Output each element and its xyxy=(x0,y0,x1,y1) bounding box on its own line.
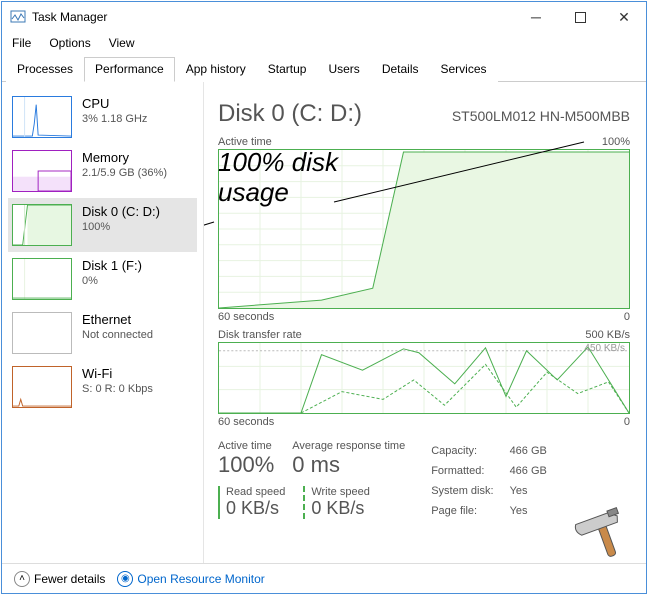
tab-users[interactable]: Users xyxy=(317,57,370,82)
write-speed-value: 0 KB/s xyxy=(311,498,370,519)
memory-name: Memory xyxy=(82,150,167,165)
sidebar-item-memory[interactable]: Memory 2.1/5.9 GB (36%) xyxy=(8,144,197,198)
menubar: File Options View xyxy=(2,32,646,54)
tab-app-history[interactable]: App history xyxy=(175,57,257,82)
open-resource-monitor-link[interactable]: ◉ Open Resource Monitor xyxy=(117,571,264,587)
write-speed-label: Write speed xyxy=(311,486,370,498)
tab-processes[interactable]: Processes xyxy=(6,57,84,82)
menu-options[interactable]: Options xyxy=(47,34,92,52)
ethernet-name: Ethernet xyxy=(82,312,153,327)
tab-startup[interactable]: Startup xyxy=(257,57,318,82)
sidebar-item-wifi[interactable]: Wi-Fi S: 0 R: 0 Kbps xyxy=(8,360,197,414)
sidebar-item-disk0[interactable]: Disk 0 (C: D:) 100% xyxy=(8,198,197,252)
disk1-name: Disk 1 (F:) xyxy=(82,258,142,273)
ethernet-sub: Not connected xyxy=(82,329,153,341)
tab-services[interactable]: Services xyxy=(430,57,498,82)
close-button[interactable]: ✕ xyxy=(602,2,646,32)
titlebar[interactable]: Task Manager ─ ✕ xyxy=(2,2,646,32)
tab-strip: Processes Performance App history Startu… xyxy=(2,56,646,82)
footer: ˄ Fewer details ◉ Open Resource Monitor xyxy=(2,563,646,593)
graph-transfer-xleft: 60 seconds xyxy=(218,416,274,428)
sidebar-item-cpu[interactable]: CPU 3% 1.18 GHz xyxy=(8,90,197,144)
window-title: Task Manager xyxy=(32,10,107,24)
graph-active-time[interactable] xyxy=(218,149,630,309)
read-speed-label: Read speed xyxy=(226,486,285,498)
disk0-sub: 100% xyxy=(82,221,160,233)
disk0-name: Disk 0 (C: D:) xyxy=(82,204,160,219)
graph-active-max: 100% xyxy=(602,136,630,148)
disk1-sub: 0% xyxy=(82,275,142,287)
disk0-thumb xyxy=(12,204,72,246)
graph-active-label: Active time xyxy=(218,136,272,148)
tab-details[interactable]: Details xyxy=(371,57,430,82)
active-time-value: 100% xyxy=(218,452,274,478)
graph-transfer-max: 500 KB/s xyxy=(585,329,630,341)
wifi-sub: S: 0 R: 0 Kbps xyxy=(82,383,153,395)
disk-properties: Capacity:466 GB Formatted:466 GB System … xyxy=(429,440,549,522)
read-speed-value: 0 KB/s xyxy=(226,498,285,519)
disk-model: ST500LM012 HN-M500MBB xyxy=(452,108,630,124)
sidebar-item-disk1[interactable]: Disk 1 (F:) 0% xyxy=(8,252,197,306)
minimize-button[interactable]: ─ xyxy=(514,2,558,32)
avg-response-value: 0 ms xyxy=(292,452,405,478)
avg-response-label: Average response time xyxy=(292,440,405,452)
memory-thumb xyxy=(12,150,72,192)
active-time-label: Active time xyxy=(218,440,274,452)
menu-view[interactable]: View xyxy=(107,34,137,52)
fewer-details-button[interactable]: ˄ Fewer details xyxy=(14,571,105,587)
wifi-name: Wi-Fi xyxy=(82,366,153,381)
graph-active-xright: 0 xyxy=(624,311,630,323)
ethernet-thumb xyxy=(12,312,72,354)
graph-transfer-label: Disk transfer rate xyxy=(218,329,302,341)
graph-transfer-rate[interactable]: 450 KB/s xyxy=(218,342,630,414)
memory-sub: 2.1/5.9 GB (36%) xyxy=(82,167,167,179)
disk1-thumb xyxy=(12,258,72,300)
sidebar-item-ethernet[interactable]: Ethernet Not connected xyxy=(8,306,197,360)
graph-active-xleft: 60 seconds xyxy=(218,311,274,323)
cpu-thumb xyxy=(12,96,72,138)
sidebar: CPU 3% 1.18 GHz Memory 2.1/5.9 GB (36%) Di… xyxy=(2,82,204,564)
graph-transfer-mid: 450 KB/s xyxy=(584,343,625,354)
monitor-icon: ◉ xyxy=(117,571,133,587)
cpu-name: CPU xyxy=(82,96,147,111)
menu-file[interactable]: File xyxy=(10,34,33,52)
tab-performance[interactable]: Performance xyxy=(84,57,175,82)
page-title: Disk 0 (C: D:) xyxy=(218,100,362,128)
chevron-up-icon: ˄ xyxy=(14,571,30,587)
main-pane: Disk 0 (C: D:) ST500LM012 HN-M500MBB Act… xyxy=(204,82,646,564)
maximize-button[interactable] xyxy=(558,2,602,32)
cpu-sub: 3% 1.18 GHz xyxy=(82,113,147,125)
graph-transfer-xright: 0 xyxy=(624,416,630,428)
app-icon xyxy=(10,9,26,25)
wifi-thumb xyxy=(12,366,72,408)
